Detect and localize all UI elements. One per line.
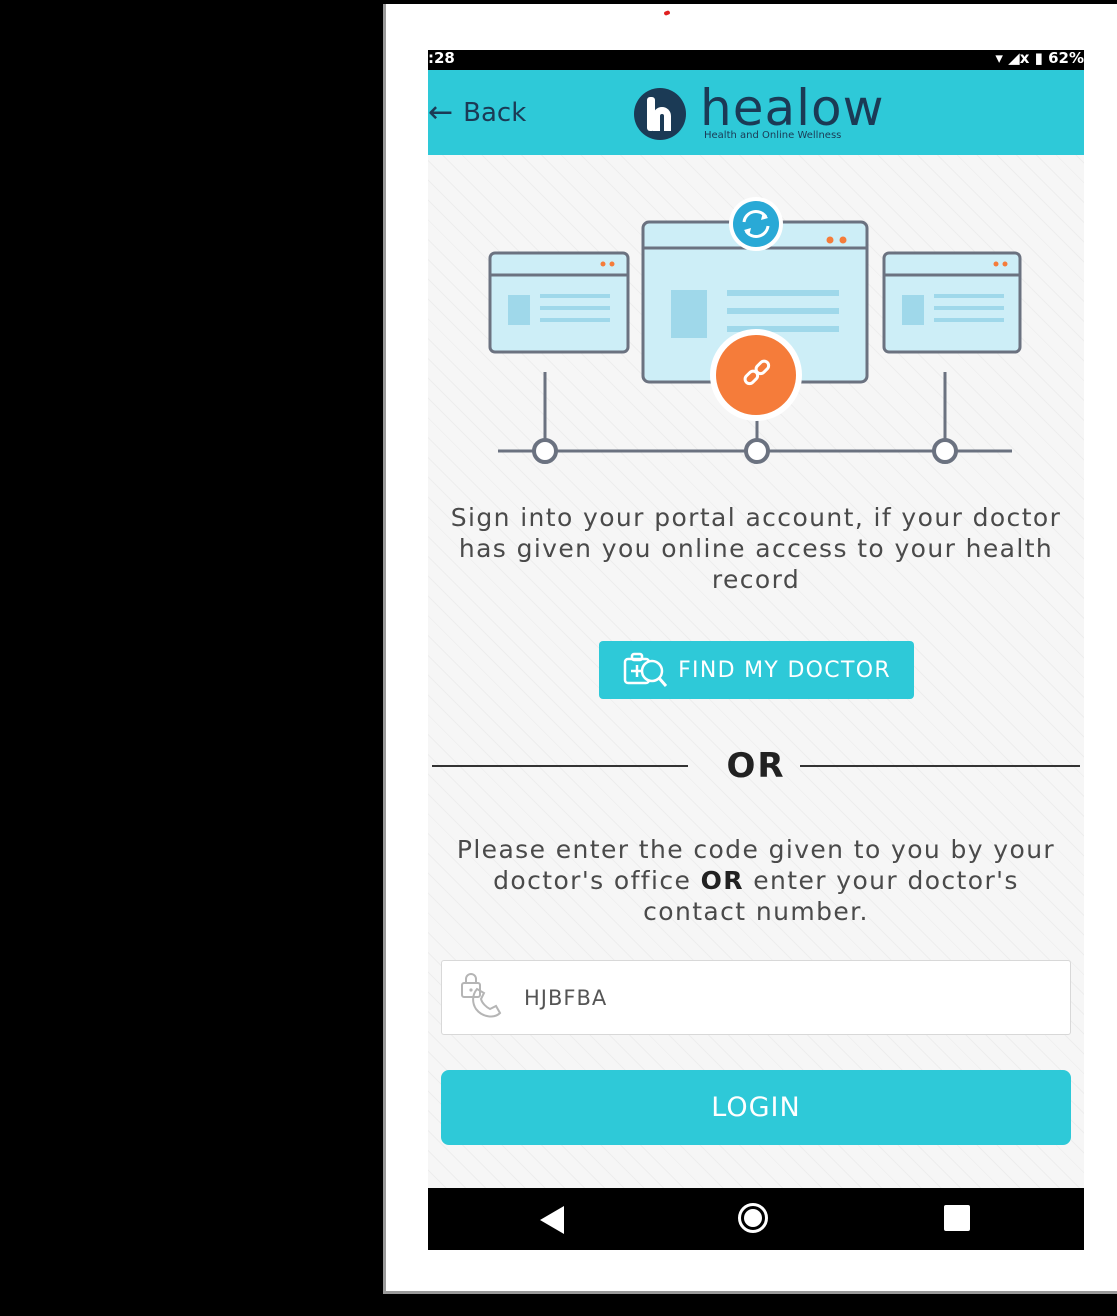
phone-screen: :28 ▾ ◢x ▮ 62% ← Back healow Health and …: [428, 50, 1084, 1250]
sync-icon: [729, 197, 783, 251]
status-icons: ▾ ◢x ▮ 62%: [995, 50, 1084, 67]
logo-name: healow: [700, 79, 885, 137]
status-bar: :28 ▾ ◢x ▮ 62%: [428, 50, 1084, 70]
recents-square-icon[interactable]: [944, 1205, 970, 1231]
divider-left: [432, 765, 688, 767]
code-input[interactable]: [522, 984, 1026, 1011]
back-triangle-icon[interactable]: [540, 1206, 564, 1234]
divider-right: [800, 765, 1080, 767]
healow-logo-icon: [634, 88, 686, 140]
find-my-doctor-button[interactable]: FIND MY DOCTOR: [599, 641, 914, 699]
status-time: :28: [428, 50, 455, 67]
app-bar: ← Back healow Health and Online Wellness: [428, 70, 1084, 155]
healow-logo: healow Health and Online Wellness: [634, 82, 884, 141]
find-my-doctor-label: FIND MY DOCTOR: [678, 657, 891, 683]
back-label: Back: [463, 98, 527, 128]
left-window-icon: [488, 251, 630, 354]
home-circle-icon[interactable]: [738, 1203, 768, 1233]
portal-sync-illustration: [488, 197, 1022, 464]
link-icon: [710, 329, 802, 421]
android-nav-bar: [428, 1188, 1084, 1250]
code-field-container: [441, 960, 1071, 1035]
intro-text: Sign into your portal account, if your d…: [450, 503, 1062, 594]
back-arrow-icon: ←: [428, 95, 454, 130]
or-divider-label: OR: [726, 746, 786, 786]
code-instructions-or: OR: [700, 866, 744, 895]
right-window-icon: [882, 251, 1022, 354]
doctor-search-icon: [623, 652, 668, 687]
login-button[interactable]: LOGIN: [441, 1070, 1071, 1145]
lock-phone-icon: [461, 972, 502, 1017]
code-instructions: Please enter the code given to you by yo…: [438, 834, 1074, 927]
back-button[interactable]: ← Back: [428, 95, 527, 130]
